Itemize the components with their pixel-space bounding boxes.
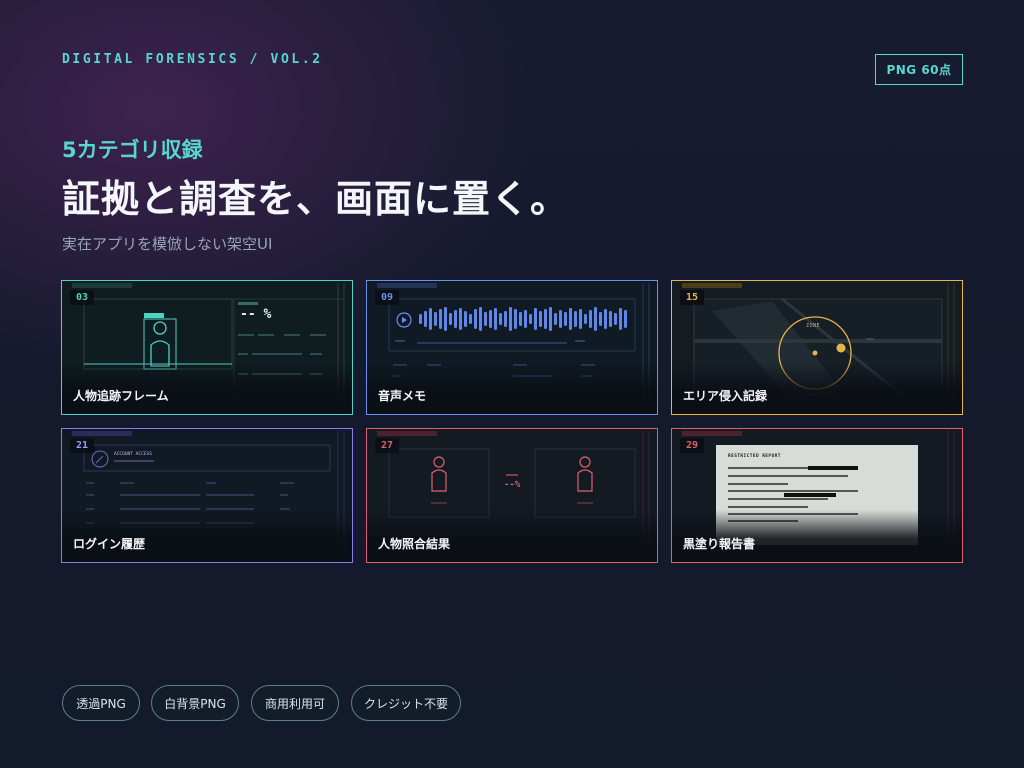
card-grid: -- % 03 人物追跡フレーム 09 音声メモ ZONE 15 エリア侵入記録…	[61, 280, 963, 563]
chip-no-credit[interactable]: クレジット不要	[351, 685, 461, 721]
report-title: RESTRICTED REPORT	[728, 454, 781, 459]
waveform-bar	[474, 309, 477, 329]
card-label: 人物照合結果	[378, 537, 451, 551]
waveform-bar	[554, 313, 557, 325]
waveform-bar	[559, 310, 562, 328]
waveform-bar	[484, 312, 487, 326]
card-area-intrusion[interactable]: ZONE 15 エリア侵入記録	[671, 280, 963, 415]
waveform-bar	[479, 307, 482, 331]
waveform-bar	[489, 310, 492, 328]
card-number: 03	[70, 290, 95, 305]
waveform-bar	[614, 313, 617, 325]
waveform-bar	[549, 307, 552, 331]
waveform-bar	[499, 313, 502, 325]
card-number: 29	[680, 438, 705, 453]
waveform-bar	[509, 307, 512, 331]
waveform-bar	[579, 309, 582, 329]
account-access-title: ACCOUNT ACCESS	[114, 452, 152, 457]
waveform-bar	[469, 314, 472, 324]
count-badge: PNG 60点	[875, 54, 963, 85]
card-voice-memo[interactable]: 09 音声メモ	[366, 280, 658, 415]
waveform-bar	[524, 310, 527, 328]
waveform-bar	[594, 307, 597, 331]
card-person-match[interactable]: --% 27 人物照合結果	[366, 428, 658, 563]
hero-tagline: 実在アプリを模倣しない架空UI	[62, 235, 273, 253]
waveform-bar	[454, 310, 457, 328]
card-number: 15	[680, 290, 705, 305]
waveform-bar	[444, 307, 447, 331]
chip-transparent-png[interactable]: 透過PNG	[62, 685, 140, 721]
waveform-bar	[599, 312, 602, 326]
waveform-bar	[494, 308, 497, 330]
waveform-bar	[514, 309, 517, 329]
match-value: -- %	[240, 307, 272, 322]
waveform-bar	[459, 308, 462, 330]
card-label: ログイン履歴	[73, 537, 146, 551]
chip-white-bg-png[interactable]: 白背景PNG	[151, 685, 239, 721]
card-label: エリア侵入記録	[683, 389, 768, 403]
card-label: 人物追跡フレーム	[73, 389, 169, 403]
card-number: 09	[375, 290, 400, 305]
zone-label: ZONE	[806, 323, 821, 329]
waveform-bar	[519, 312, 522, 326]
card-number: 21	[70, 438, 95, 453]
waveform-bar	[624, 310, 627, 328]
card-label: 黒塗り報告書	[683, 537, 756, 551]
waveform-bar	[584, 314, 587, 324]
waveform-bar	[534, 308, 537, 330]
card-person-tracking[interactable]: -- % 03 人物追跡フレーム	[61, 280, 353, 415]
waveform-bar	[464, 311, 467, 327]
waveform-bar	[504, 311, 507, 327]
waveform-bar	[424, 311, 427, 327]
waveform-bar	[439, 309, 442, 329]
waveform-bar	[449, 313, 452, 325]
waveform-bar	[574, 311, 577, 327]
waveform-bar	[589, 310, 592, 328]
waveform-bar	[604, 309, 607, 329]
waveform-bar	[539, 311, 542, 327]
waveform-bar	[434, 312, 437, 326]
waveform-bar	[569, 308, 572, 330]
waveform-bar	[419, 314, 422, 324]
header-kicker: DIGITAL FORENSICS / VOL.2	[62, 52, 323, 67]
waveform-bar	[564, 312, 567, 326]
hero-subtitle: 5カテゴリ収録	[62, 138, 203, 162]
waveform-bar	[609, 311, 612, 327]
waveform-bar	[429, 308, 432, 330]
page-title: 証拠と調査を、画面に置く。	[62, 177, 570, 221]
match-percent: --%	[504, 480, 521, 490]
card-redacted-report[interactable]: RESTRICTED REPORT 29 黒塗り報告書	[671, 428, 963, 563]
card-number: 27	[375, 438, 400, 453]
waveform-bar	[529, 314, 532, 324]
chip-commercial-use[interactable]: 商用利用可	[251, 685, 339, 721]
card-label: 音声メモ	[378, 389, 427, 403]
waveform-bar	[619, 308, 622, 330]
waveform-bar	[544, 309, 547, 329]
card-login-history[interactable]: ACCOUNT ACCESS 21 ログイン履歴	[61, 428, 353, 563]
